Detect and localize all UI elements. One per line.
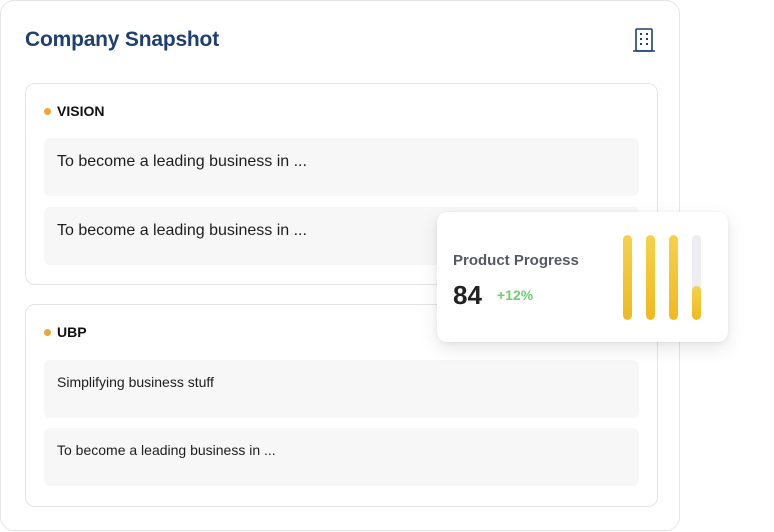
progress-bar bbox=[692, 235, 701, 320]
building-icon[interactable] bbox=[632, 27, 656, 53]
product-progress-change: +12% bbox=[497, 287, 534, 303]
ubp-label: UBP bbox=[57, 324, 87, 340]
vision-header: VISION bbox=[44, 103, 104, 119]
progress-bar bbox=[669, 235, 678, 320]
progress-bar bbox=[646, 235, 655, 320]
progress-bar-fill bbox=[692, 286, 701, 320]
ubp-item[interactable]: To become a leading business in ... bbox=[44, 428, 639, 486]
bullet-dot-icon bbox=[44, 328, 51, 336]
product-progress-title: Product Progress bbox=[453, 252, 579, 269]
progress-bar bbox=[623, 235, 632, 320]
product-progress-value: 84 bbox=[453, 280, 482, 310]
vision-item[interactable]: To become a leading business in ... bbox=[44, 138, 639, 196]
product-progress-card: Product Progress 84 +12% bbox=[437, 212, 728, 342]
progress-bar-fill bbox=[646, 235, 655, 320]
progress-bars bbox=[623, 235, 703, 320]
page-title: Company Snapshot bbox=[25, 28, 219, 51]
ubp-header: UBP bbox=[44, 324, 87, 340]
bullet-dot-icon bbox=[44, 107, 51, 115]
progress-bar-fill bbox=[669, 235, 678, 320]
vision-label: VISION bbox=[57, 103, 105, 119]
progress-bar-fill bbox=[623, 235, 632, 320]
ubp-item[interactable]: Simplifying business stuff bbox=[44, 360, 639, 418]
